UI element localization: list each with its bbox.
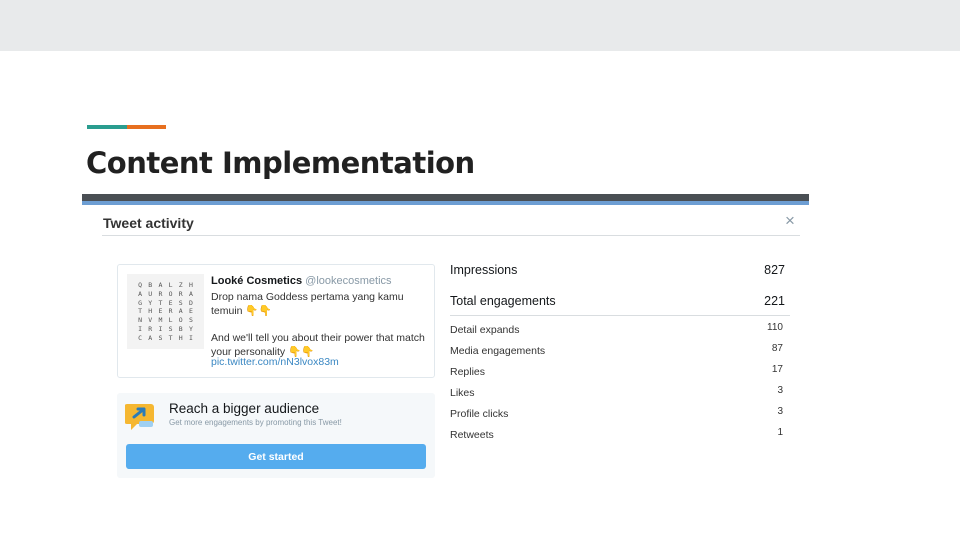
thumbnail-letter: V [148, 316, 153, 325]
tweet-activity-screenshot: Tweet activity × QBALZHAURORAGYTESDTHERA… [82, 194, 809, 490]
stat-value: 221 [764, 294, 785, 308]
thumbnail-letter: S [178, 298, 183, 307]
thumbnail-letter: M [158, 316, 163, 325]
title-accent-orange [127, 125, 166, 129]
thumbnail-letter: A [138, 289, 143, 298]
thumbnail-letter: N [138, 316, 143, 325]
close-icon[interactable]: × [785, 212, 795, 229]
stat-label: Total engagements [450, 294, 556, 308]
thumbnail-letter: Z [178, 281, 183, 289]
screenshot-top-border [82, 194, 809, 201]
stat-profile-clicks[interactable]: Profile clicks 3 [450, 406, 783, 420]
stat-detail-expands[interactable]: Detail expands 110 [450, 322, 783, 336]
stat-value: 1 [777, 427, 783, 438]
tweet-media-thumbnail[interactable]: QBALZHAURORAGYTESDTHERAENVMLOSIRISBYCAST… [127, 274, 204, 349]
thumbnail-letter: R [168, 307, 173, 316]
thumbnail-letter: H [148, 307, 153, 316]
stat-label: Impressions [450, 263, 518, 277]
stat-value: 827 [764, 263, 785, 277]
tweet-author: Looké Cosmetics @lookecosmetics [211, 275, 392, 287]
stat-likes[interactable]: Likes 3 [450, 385, 783, 399]
thumbnail-letter: Q [138, 281, 143, 289]
stat-label: Profile clicks [450, 408, 509, 420]
author-handle[interactable]: @lookecosmetics [305, 275, 391, 287]
thumbnail-letter: O [178, 316, 183, 325]
thumbnail-letter: B [178, 325, 183, 334]
thumbnail-letter: H [188, 281, 193, 289]
thumbnail-letter: Y [188, 325, 193, 334]
stats-divider [450, 315, 790, 316]
stat-total-engagements[interactable]: Total engagements 221 [450, 294, 785, 308]
promote-subtitle: Get more engagements by promoting this T… [169, 418, 342, 427]
thumbnail-letter: C [138, 333, 143, 342]
thumbnail-letter: I [138, 325, 143, 334]
thumbnail-letter: E [158, 307, 163, 316]
promote-megaphone-icon [125, 404, 154, 430]
stat-label: Replies [450, 366, 486, 378]
thumbnail-letter: A [148, 333, 153, 342]
stat-value: 17 [771, 364, 783, 375]
thumbnail-letter: U [148, 289, 153, 298]
promote-title: Reach a bigger audience [169, 401, 320, 416]
thumbnail-letter: R [158, 289, 163, 298]
stat-label: Retweets [450, 429, 494, 441]
thumbnail-letter: I [158, 325, 163, 334]
promote-card: Reach a bigger audience Get more engagem… [117, 393, 435, 478]
modal-divider [102, 235, 800, 236]
stat-label: Likes [450, 387, 475, 399]
stat-value: 87 [771, 343, 783, 354]
tweet-text-line2: And we'll tell you about their power tha… [211, 332, 425, 358]
thumbnail-letter: L [168, 316, 173, 325]
stat-value: 3 [777, 385, 783, 396]
thumbnail-letter: T [138, 307, 143, 316]
stat-value: 3 [777, 406, 783, 417]
tweet-text-line1: Drop nama Goddess pertama yang kamu temu… [211, 291, 404, 317]
thumbnail-letter: E [168, 298, 173, 307]
stat-label: Detail expands [450, 324, 520, 336]
thumbnail-letter: T [168, 333, 173, 342]
modal-title: Tweet activity [103, 215, 194, 231]
author-name[interactable]: Looké Cosmetics [211, 275, 302, 287]
thumbnail-letter: S [168, 325, 173, 334]
thumbnail-letter: B [148, 281, 153, 289]
tweet-media-link[interactable]: pic.twitter.com/nN3lvox83m [211, 356, 339, 368]
slide-title: Content Implementation [86, 146, 475, 180]
thumbnail-letter: A [178, 307, 183, 316]
stat-replies[interactable]: Replies 17 [450, 364, 783, 378]
stat-impressions[interactable]: Impressions 827 [450, 263, 785, 277]
thumbnail-letter: I [188, 333, 193, 342]
stat-value: 110 [767, 322, 783, 333]
stat-media-engagements[interactable]: Media engagements 87 [450, 343, 783, 357]
top-bar [0, 0, 960, 51]
thumbnail-letter: O [168, 289, 173, 298]
stat-retweets[interactable]: Retweets 1 [450, 427, 783, 441]
stat-label: Media engagements [450, 345, 546, 357]
thumbnail-letter: D [188, 298, 193, 307]
thumbnail-letter: T [158, 298, 163, 307]
thumbnail-letter: G [138, 298, 143, 307]
thumbnail-letter: L [168, 281, 173, 289]
thumbnail-letter: A [188, 289, 193, 298]
thumbnail-letter: S [188, 316, 193, 325]
thumbnail-letter: R [148, 325, 153, 334]
thumbnail-letter: R [178, 289, 183, 298]
thumbnail-letter: A [158, 281, 163, 289]
title-accent-teal [87, 125, 127, 129]
thumbnail-letter: S [158, 333, 163, 342]
thumbnail-letter: Y [148, 298, 153, 307]
tweet-card[interactable]: QBALZHAURORAGYTESDTHERAENVMLOSIRISBYCAST… [117, 264, 435, 378]
thumbnail-letter: H [178, 333, 183, 342]
get-started-button[interactable]: Get started [126, 444, 426, 469]
thumbnail-letter: E [188, 307, 193, 316]
screenshot-blue-border [82, 201, 809, 205]
